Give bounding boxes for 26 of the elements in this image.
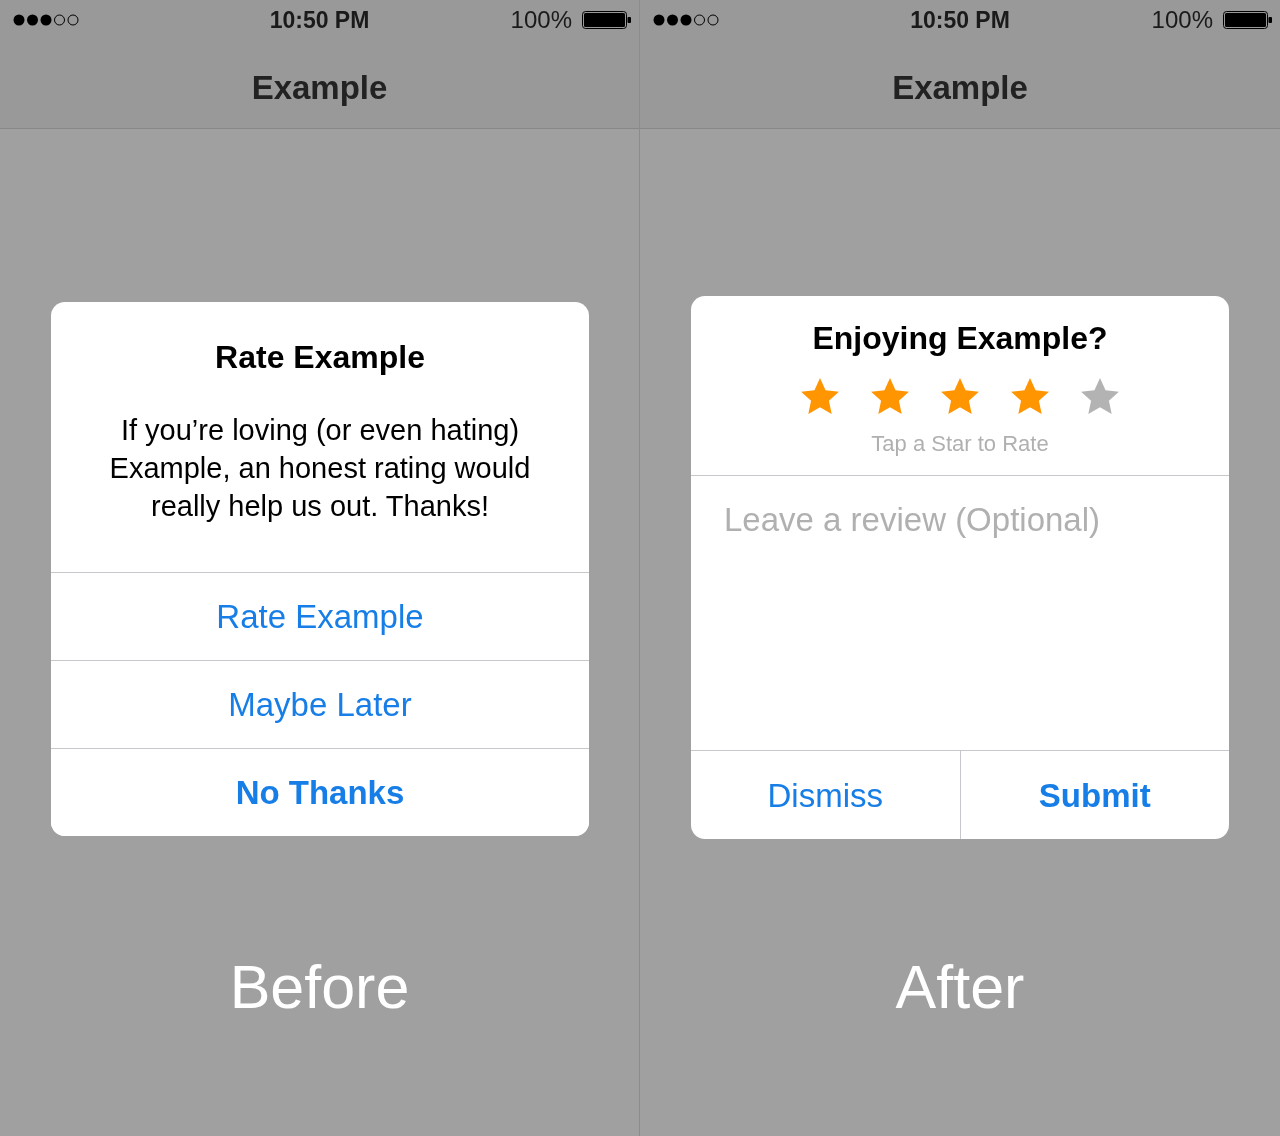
- dialog-button[interactable]: No Thanks: [51, 748, 589, 836]
- rating-hint: Tap a Star to Rate: [871, 431, 1049, 457]
- star-rating[interactable]: [801, 378, 1119, 414]
- dialog-title: Rate Example: [215, 338, 425, 377]
- dialog-button[interactable]: Dismiss: [691, 751, 960, 839]
- signal-strength-icon: [653, 14, 720, 26]
- dialog-title: Enjoying Example?: [812, 319, 1108, 358]
- star-icon[interactable]: [1081, 378, 1119, 414]
- navigation-title: Example: [892, 70, 1028, 104]
- battery-percentage: 100%: [510, 8, 572, 32]
- battery-icon: [582, 11, 632, 29]
- dialog-message: If you’re loving (or even hating) Example, an honest rating would really help us out. Thanks!: [108, 413, 532, 524]
- signal-strength-icon: [13, 14, 80, 26]
- review-field[interactable]: Leave a review (Optional): [691, 475, 1229, 750]
- status-time: 10:50 PM: [269, 8, 370, 32]
- star-icon[interactable]: [1011, 378, 1049, 414]
- dialog-button[interactable]: Submit: [959, 751, 1229, 839]
- screen-caption: After: [895, 952, 1025, 1023]
- status-time: 10:50 PM: [910, 8, 1010, 32]
- star-icon[interactable]: [871, 378, 909, 414]
- battery-percentage: 100%: [1151, 8, 1213, 32]
- screen-caption: Before: [229, 952, 410, 1023]
- star-icon[interactable]: [941, 378, 979, 414]
- star-icon[interactable]: [801, 378, 839, 414]
- navigation-title: Example: [251, 70, 388, 104]
- battery-icon: [1223, 11, 1273, 29]
